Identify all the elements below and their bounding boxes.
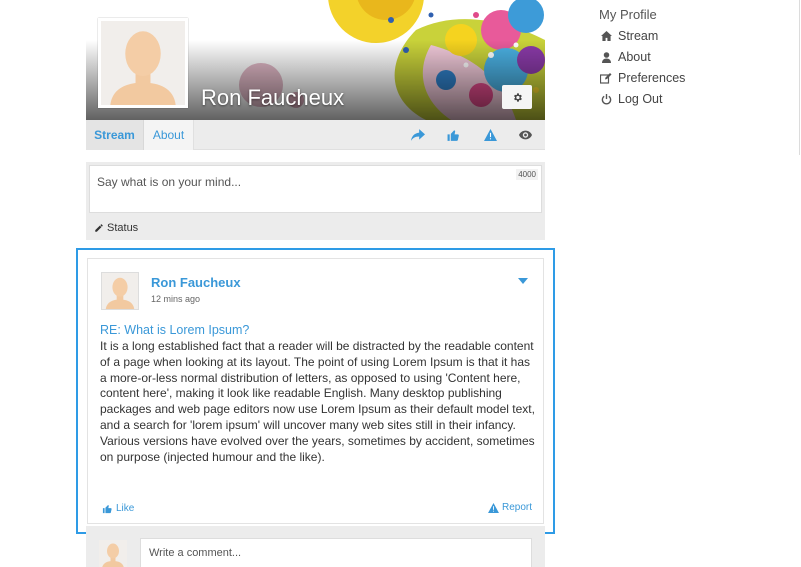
home-icon [600,30,612,42]
sidebar-item-label: Stream [618,29,659,43]
status-button[interactable]: Status [94,222,138,234]
comment-placeholder: Write a comment... [149,547,242,559]
profile-name: Ron Faucheux [201,85,345,110]
report-label: Report [501,502,532,513]
post-title[interactable]: RE: What is Lorem Ipsum? [100,323,249,337]
profile-stream-page: Ron Faucheux Stream About Say what is on… [0,0,801,567]
sidebar-item-stream[interactable]: Stream [600,28,658,44]
sidebar-item-label: About [618,50,651,64]
thumbs-up-icon[interactable] [445,127,461,143]
avatar-placeholder-icon [99,540,127,567]
sidebar-item-label: Log Out [618,92,663,106]
status-composer: Say what is on your mind... 4000 Status [86,162,545,240]
thumbs-up-icon [102,504,112,513]
tab-about[interactable]: About [144,120,194,150]
post-card: Ron Faucheux 12 mins ago RE: What is Lor… [87,258,544,524]
warning-icon [488,502,499,513]
like-button[interactable]: Like [102,503,134,514]
profile-tabs: Stream About [86,120,545,150]
sidebar-title: My Profile [599,7,657,22]
status-input[interactable]: Say what is on your mind... 4000 [89,165,542,213]
cover-photo: Ron Faucheux [86,0,545,120]
profile-sidebar: My Profile Stream About Preferences Log … [598,0,798,160]
eye-icon[interactable] [517,127,533,143]
warning-icon[interactable] [482,127,498,143]
profile-avatar[interactable] [98,18,188,108]
pencil-icon [95,224,103,232]
caret-down-icon [518,278,528,284]
sidebar-item-about[interactable]: About [600,49,651,65]
post-timestamp: 12 mins ago [151,294,201,304]
avatar-placeholder-icon [101,21,185,105]
cover-settings-button[interactable] [502,85,532,109]
sidebar-divider [799,0,800,155]
gear-icon [513,92,522,102]
post-author-name[interactable]: Ron Faucheux [151,275,241,290]
report-button[interactable]: Report [488,502,532,513]
share-icon[interactable] [410,127,426,143]
power-icon [600,93,612,105]
comment-input[interactable]: Write a comment... [140,538,532,567]
avatar-placeholder-icon [102,273,138,309]
sidebar-item-preferences[interactable]: Preferences [600,70,685,86]
tab-stream[interactable]: Stream [86,120,144,150]
user-icon [600,51,612,63]
edit-icon [600,72,612,84]
comment-area: Write a comment... [86,526,545,567]
post-body: It is a long established fact that a rea… [100,339,535,464]
sidebar-item-label: Preferences [618,71,686,85]
post-author-avatar[interactable] [101,272,139,310]
post-options-dropdown[interactable] [517,272,529,284]
char-count: 4000 [516,169,538,180]
sidebar-item-logout[interactable]: Log Out [600,91,662,107]
comment-avatar [99,540,127,567]
status-label: Status [107,222,139,234]
status-input-placeholder: Say what is on your mind... [97,175,242,189]
like-label: Like [116,503,135,514]
